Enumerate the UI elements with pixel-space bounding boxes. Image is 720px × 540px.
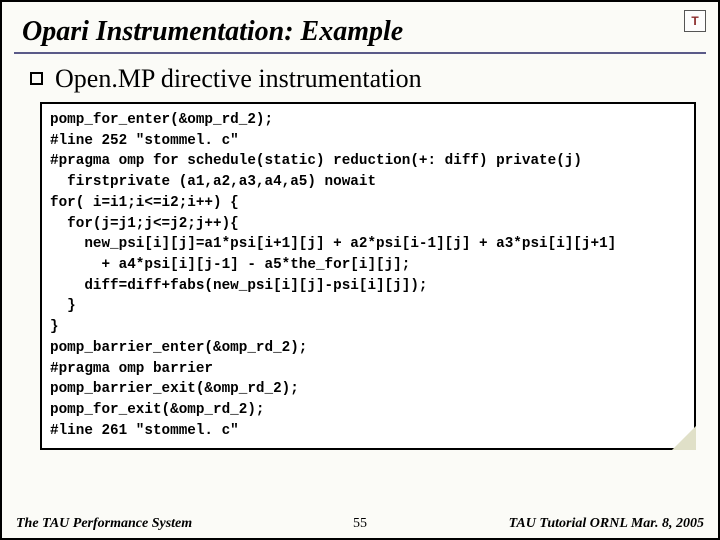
code-line: } [50, 317, 686, 338]
code-line: + a4*psi[i][j-1] - a5*the_for[i][j]; [50, 255, 686, 276]
code-line: for( i=i1;i<=i2;i++) { [50, 193, 686, 214]
subtitle-row: Open.MP directive instrumentation [30, 64, 698, 94]
code-line: } [50, 296, 686, 317]
code-line: pomp_for_exit(&omp_rd_2); [50, 400, 686, 421]
footer-right: TAU Tutorial ORNL Mar. 8, 2005 [509, 516, 704, 532]
code-line: diff=diff+fabs(new_psi[i][j]-psi[i][j]); [50, 276, 686, 297]
footer: The TAU Performance System 55 TAU Tutori… [2, 516, 718, 532]
code-line: pomp_barrier_enter(&omp_rd_2); [50, 338, 686, 359]
slide-container: T Opari Instrumentation: Example Open.MP… [0, 0, 720, 540]
code-line: new_psi[i][j]=a1*psi[i+1][j] + a2*psi[i-… [50, 234, 686, 255]
title-box: Opari Instrumentation: Example [14, 10, 706, 54]
footer-page-number: 55 [353, 516, 367, 532]
footer-left: The TAU Performance System [16, 516, 192, 532]
bullet-icon [30, 72, 43, 85]
code-line: #line 252 "stommel. c" [50, 131, 686, 152]
code-box: pomp_for_enter(&omp_rd_2); #line 252 "st… [40, 102, 696, 450]
code-line: for(j=j1;j<=j2;j++){ [50, 214, 686, 235]
slide-title: Opari Instrumentation: Example [22, 16, 403, 47]
code-line: #pragma omp barrier [50, 359, 686, 380]
code-line: firstprivate (a1,a2,a3,a4,a5) nowait [50, 172, 686, 193]
subtitle-text: Open.MP directive instrumentation [55, 64, 422, 94]
code-line: #line 261 "stommel. c" [50, 421, 686, 442]
code-line: pomp_for_enter(&omp_rd_2); [50, 110, 686, 131]
code-line: #pragma omp for schedule(static) reducti… [50, 151, 686, 172]
code-line: pomp_barrier_exit(&omp_rd_2); [50, 379, 686, 400]
